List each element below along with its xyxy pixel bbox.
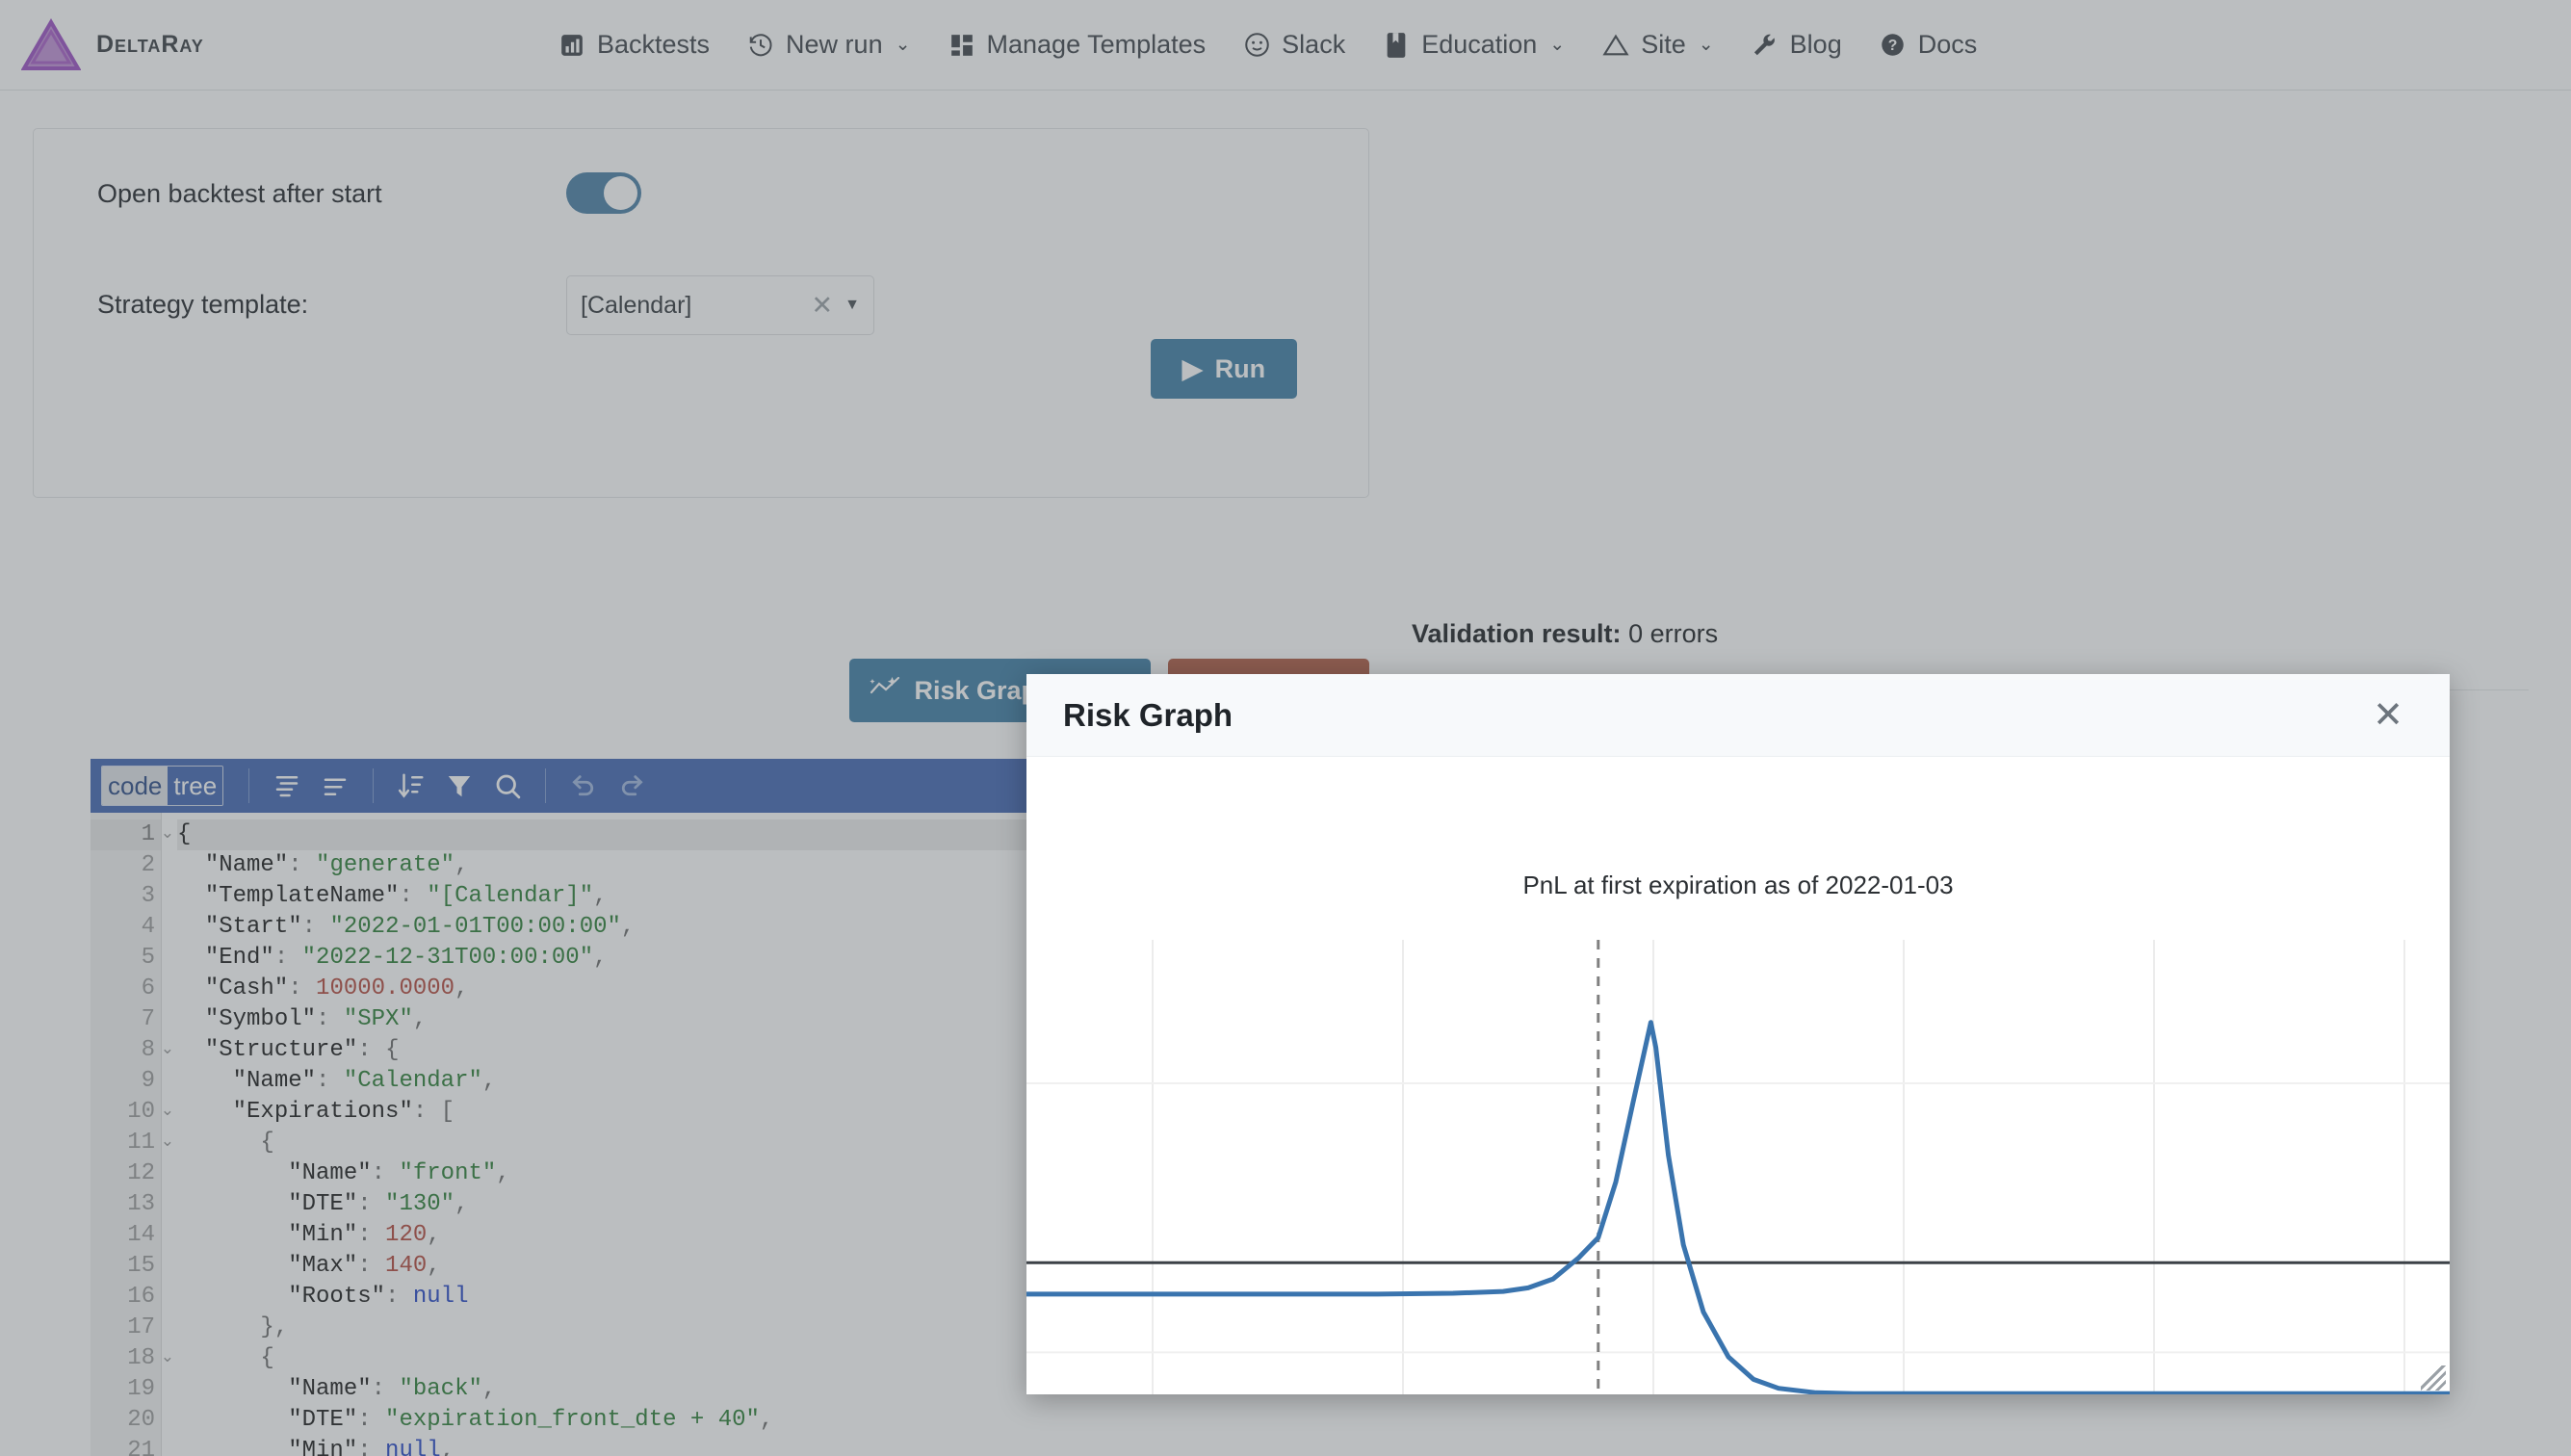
risk-graph-chart: PnL at first expiration as of 2022-01-03… [1026, 757, 2450, 1394]
modal-header: Risk Graph ✕ [1026, 674, 2450, 757]
modal-body: PnL at first expiration as of 2022-01-03… [1026, 757, 2450, 1394]
close-icon[interactable]: ✕ [2363, 693, 2413, 738]
chart-svg [1026, 940, 2450, 1394]
series-line [1026, 1020, 2450, 1394]
app-root: DeltaRay Backtests New run ⌄ Manage Temp… [0, 0, 2571, 1456]
modal-title: Risk Graph [1063, 696, 1234, 733]
risk-graph-modal: Risk Graph ✕ PnL at first expiration as … [1026, 674, 2450, 1394]
modal-resize-handle[interactable] [2421, 1365, 2446, 1391]
